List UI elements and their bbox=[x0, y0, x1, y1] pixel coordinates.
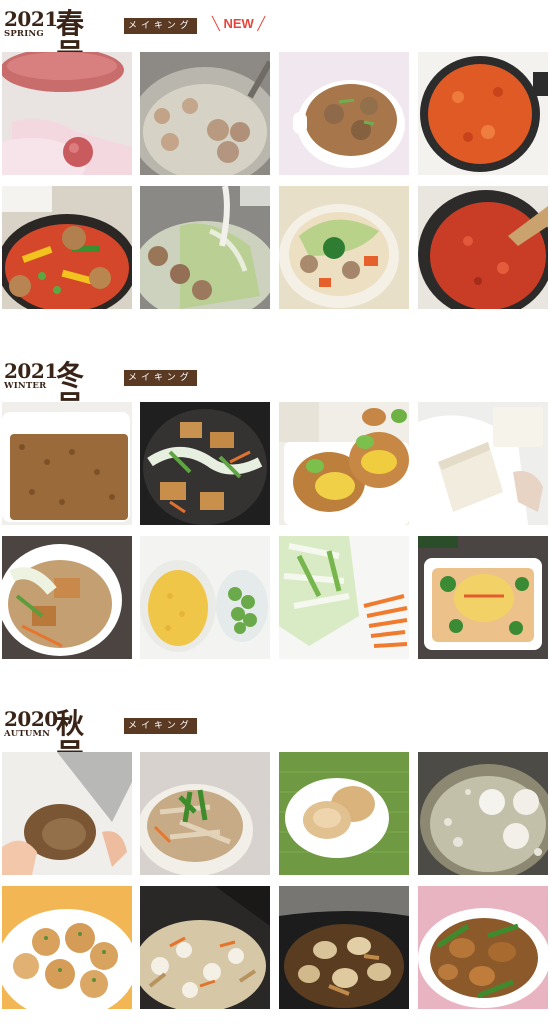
issue-year: 2021 bbox=[4, 359, 58, 383]
photo-scrambled-egg-green-beans-bowls[interactable] bbox=[140, 536, 270, 659]
photo-fried-tofu-napa-bowl[interactable] bbox=[2, 536, 132, 659]
making-label: メイキング bbox=[124, 370, 197, 386]
photo-napa-cabbage-carrot-sliced[interactable] bbox=[279, 536, 409, 659]
photo-taro-patties-plate[interactable] bbox=[279, 752, 409, 875]
photo-meatball-soup-cup[interactable] bbox=[279, 52, 409, 175]
photo-simmered-taro-pot[interactable] bbox=[279, 886, 409, 1009]
issue-season: WINTER bbox=[4, 381, 47, 391]
photo-cabbage-cream-stew-bowl[interactable] bbox=[279, 186, 409, 309]
photo-braised-chicken-taro-beans-plate[interactable] bbox=[418, 886, 548, 1009]
photo-rice-cooker-mixed-vegetables[interactable] bbox=[140, 886, 270, 1009]
making-label: メイキング bbox=[124, 718, 197, 734]
making-label: メイキング bbox=[124, 18, 197, 34]
new-badge: ╲ NEW ╱ bbox=[212, 16, 266, 31]
photo-taro-balls-frying-oil[interactable] bbox=[418, 752, 548, 875]
photo-fried-tofu-pouches-egg-beans[interactable] bbox=[279, 402, 409, 525]
photo-cabbage-meatballs-milk-pour[interactable] bbox=[140, 186, 270, 309]
issue-year: 2020 bbox=[4, 707, 58, 731]
photo-tofu-draining-paper[interactable] bbox=[418, 402, 548, 525]
new-label: NEW bbox=[223, 16, 254, 31]
photo-soy-mince-tray[interactable] bbox=[2, 402, 132, 525]
photo-taro-balls-herbs-plate[interactable] bbox=[2, 886, 132, 1009]
issue-season: AUTUMN bbox=[4, 729, 51, 739]
photo-taro-peeling-knife[interactable] bbox=[2, 752, 132, 875]
photo-mushroom-greens-bowl[interactable] bbox=[140, 752, 270, 875]
photo-tomato-sauce-skillet[interactable] bbox=[418, 52, 548, 175]
photo-napa-tofu-stirfry[interactable] bbox=[140, 402, 270, 525]
photo-meatballs-peppers-skillet[interactable] bbox=[2, 186, 132, 309]
photo-tofu-gratin-dish[interactable] bbox=[418, 536, 548, 659]
photo-tomato-sauce-stir[interactable] bbox=[418, 186, 548, 309]
photo-meatballs-boiling-pot[interactable] bbox=[140, 52, 270, 175]
photo-minced-meat-meatball-hands[interactable] bbox=[2, 52, 132, 175]
issue-season: SPRING bbox=[4, 29, 44, 39]
issue-year: 2021 bbox=[4, 7, 58, 31]
